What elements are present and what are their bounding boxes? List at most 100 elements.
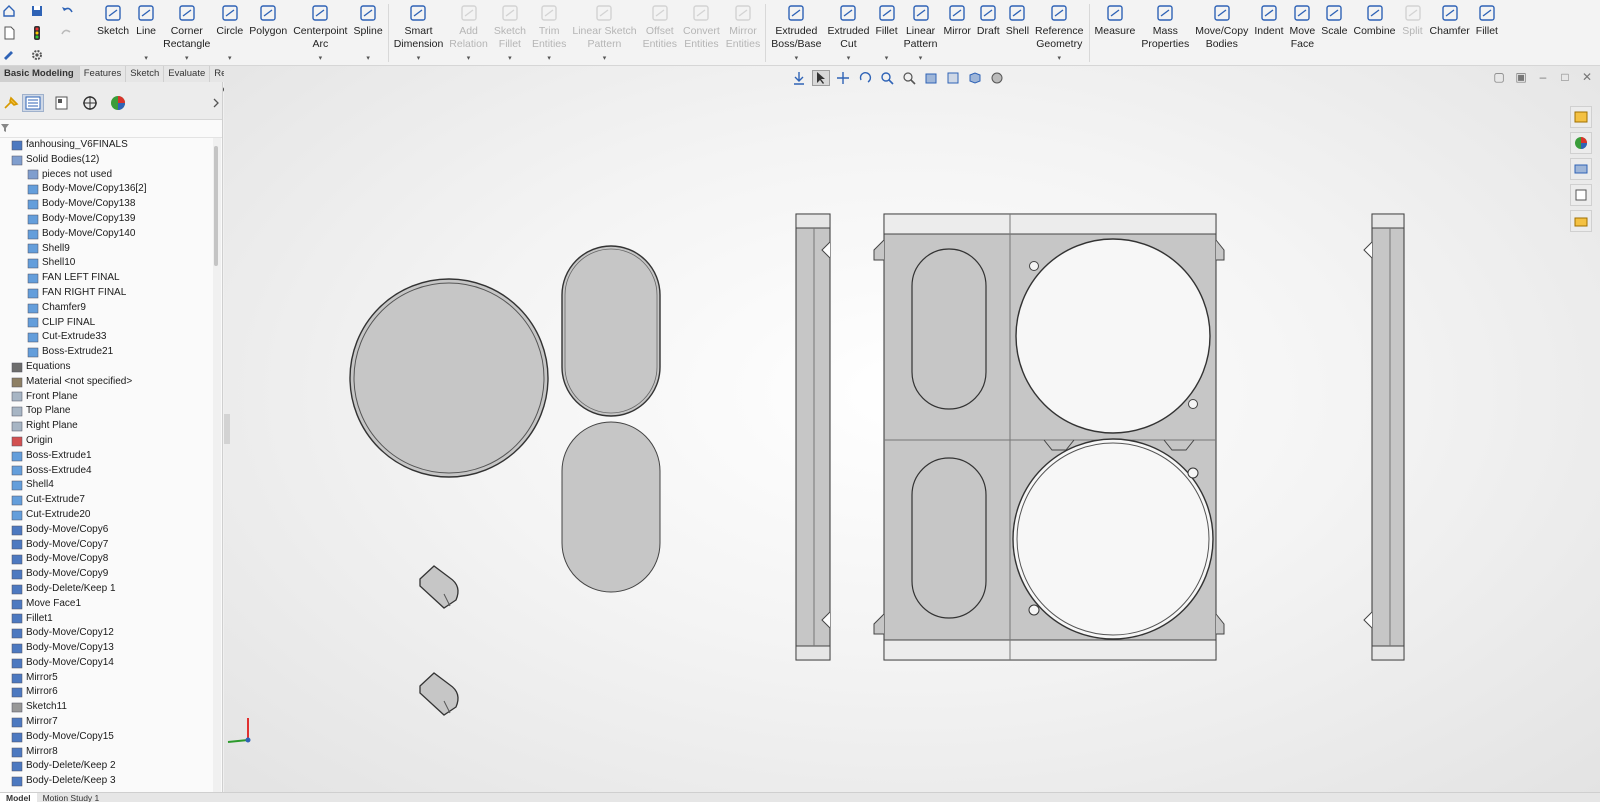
hide-show-icon[interactable] [988,70,1006,86]
tree-item[interactable]: Top Plane [0,404,212,419]
tree-item[interactable]: Body-Move/Copy138 [0,197,212,212]
undo-icon[interactable] [58,2,76,20]
chevron-down-icon[interactable]: ▾ [919,54,923,62]
indent-button[interactable]: Indent [1251,0,1286,66]
tab-features[interactable]: Features [79,66,127,82]
tree-item[interactable]: Body-Delete/Keep 3 [0,774,212,789]
tree-item[interactable]: Material <not specified> [0,375,212,390]
side-rail-left[interactable] [795,213,831,661]
fillet-button[interactable]: Fillet ▾ [872,0,900,66]
clip-part-1[interactable] [419,565,459,609]
display-style-icon[interactable] [966,70,984,86]
select-icon[interactable] [0,46,18,64]
rotate-icon[interactable] [856,70,874,86]
tree-item[interactable]: Body-Move/Copy8 [0,552,212,567]
chevron-down-icon[interactable]: ▾ [467,54,471,62]
home-icon[interactable] [0,2,18,20]
chevron-down-icon[interactable]: ▾ [885,54,889,62]
side-rail-right[interactable] [1363,213,1405,661]
tree-item[interactable]: Chamfer9 [0,301,212,316]
oblong-part-bottom[interactable] [561,421,661,593]
polygon-button[interactable]: Polygon [246,0,290,66]
chevron-down-icon[interactable]: ▾ [603,54,607,62]
view-settings-icon[interactable] [944,70,962,86]
tree-item[interactable]: CLIP FINAL [0,316,212,331]
tab-basic-modeling-tools[interactable]: Basic Modeling Tools [0,66,80,95]
tree-item[interactable]: FAN LEFT FINAL [0,271,212,286]
clip-part-2[interactable] [419,672,459,716]
fan-housing-plate[interactable] [873,213,1225,661]
split-button[interactable]: Split [1399,0,1427,66]
new-document-icon[interactable] [0,24,18,42]
feature-manager-tab-icon[interactable] [22,94,44,112]
redo-icon[interactable] [58,24,76,42]
measure-button[interactable]: Measure [1092,0,1139,66]
tree-item[interactable]: Cut-Extrude20 [0,508,212,523]
combine-button[interactable]: Combine [1350,0,1398,66]
graphics-area[interactable]: ▢ ▣ – □ ✕ [224,66,1600,792]
tree-item[interactable]: FAN RIGHT FINAL [0,286,212,301]
zoom-icon[interactable] [878,70,896,86]
view-palette-icon[interactable] [1570,158,1592,180]
mirror-entities-button[interactable]: Mirror Entities [723,0,763,66]
chevron-down-icon[interactable]: ▾ [185,54,189,62]
tree-item[interactable]: Body-Delete/Keep 2 [0,759,212,774]
add-relation-button[interactable]: Add Relation ▾ [446,0,491,66]
tree-item[interactable]: Fillet1 [0,612,212,627]
tree-item[interactable]: Mirror6 [0,685,212,700]
sketch-fillet-button[interactable]: Sketch Fillet ▾ [491,0,529,66]
centerpoint-arc-button[interactable]: Centerpoint Arc ▾ [290,0,350,66]
trim-entities-button[interactable]: Trim Entities ▾ [529,0,569,66]
chevron-down-icon[interactable]: ▾ [508,54,512,62]
tree-item[interactable]: Boss-Extrude21 [0,345,212,360]
panel-splitter-handle[interactable] [224,414,230,444]
close-icon[interactable]: ✕ [1580,70,1594,84]
configuration-manager-tab-icon[interactable] [79,94,101,112]
tree-item[interactable]: Body-Move/Copy9 [0,567,212,582]
view-orientation-icon[interactable] [790,70,808,86]
chevron-down-icon[interactable]: ▾ [417,54,421,62]
save-icon[interactable] [28,2,46,20]
chevron-down-icon[interactable]: ▾ [547,54,551,62]
tree-item[interactable]: Body-Move/Copy136[2] [0,182,212,197]
appearance-pin-icon[interactable] [0,94,22,112]
chevron-down-icon[interactable]: ▾ [847,54,851,62]
maximize-icon[interactable]: □ [1558,70,1572,84]
chamfer-button[interactable]: Chamfer [1427,0,1473,66]
tab-motion-study[interactable]: Motion Study 1 [37,793,106,802]
zoom-to-area-icon[interactable] [900,70,918,86]
tree-item[interactable]: Body-Move/Copy6 [0,523,212,538]
corner-rectangle-button[interactable]: Corner Rectangle ▾ [160,0,213,66]
tree-scrollbar-thumb[interactable] [214,146,218,266]
tree-scrollbar[interactable] [213,138,221,792]
tree-item[interactable]: Right Plane [0,419,212,434]
fillet2-button[interactable]: Fillet [1473,0,1501,66]
reference-geometry-button[interactable]: Reference Geometry ▾ [1032,0,1086,66]
tree-item[interactable]: Body-Move/Copy14 [0,656,212,671]
tree-item[interactable]: Body-Delete/Keep 1 [0,582,212,597]
chevron-down-icon[interactable]: ▾ [228,54,232,62]
chevron-down-icon[interactable]: ▾ [795,54,799,62]
tree-item[interactable]: Body-Move/Copy13 [0,641,212,656]
chevron-down-icon[interactable]: ▾ [144,54,148,62]
display-manager-tab-icon[interactable] [107,94,129,112]
tree-item[interactable]: Boss-Extrude4 [0,464,212,479]
section-view-icon[interactable] [922,70,940,86]
spline-button[interactable]: Spline ▾ [350,0,385,66]
line-button[interactable]: Line ▾ [132,0,160,66]
tab-evaluate[interactable]: Evaluate [164,66,211,82]
offset-entities-button[interactable]: Offset Entities [640,0,680,66]
smart-dimension-button[interactable]: Smart Dimension ▾ [391,0,447,66]
tab-model[interactable]: Model [0,793,37,802]
tree-item[interactable]: Shell4 [0,478,212,493]
tree-item[interactable]: Shell9 [0,242,212,257]
tree-item[interactable]: Body-Move/Copy12 [0,626,212,641]
tree-item[interactable]: Sketch11 [0,700,212,715]
tree-item[interactable]: Body-Move/Copy139 [0,212,212,227]
model-view[interactable] [224,66,1600,792]
chevron-down-icon[interactable]: ▾ [319,54,323,62]
tree-item[interactable]: Cut-Extrude7 [0,493,212,508]
move-copy-bodies-button[interactable]: Move/Copy Bodies [1192,0,1251,66]
tree-item[interactable]: Body-Move/Copy7 [0,538,212,553]
file-explorer-icon[interactable] [1570,210,1592,232]
